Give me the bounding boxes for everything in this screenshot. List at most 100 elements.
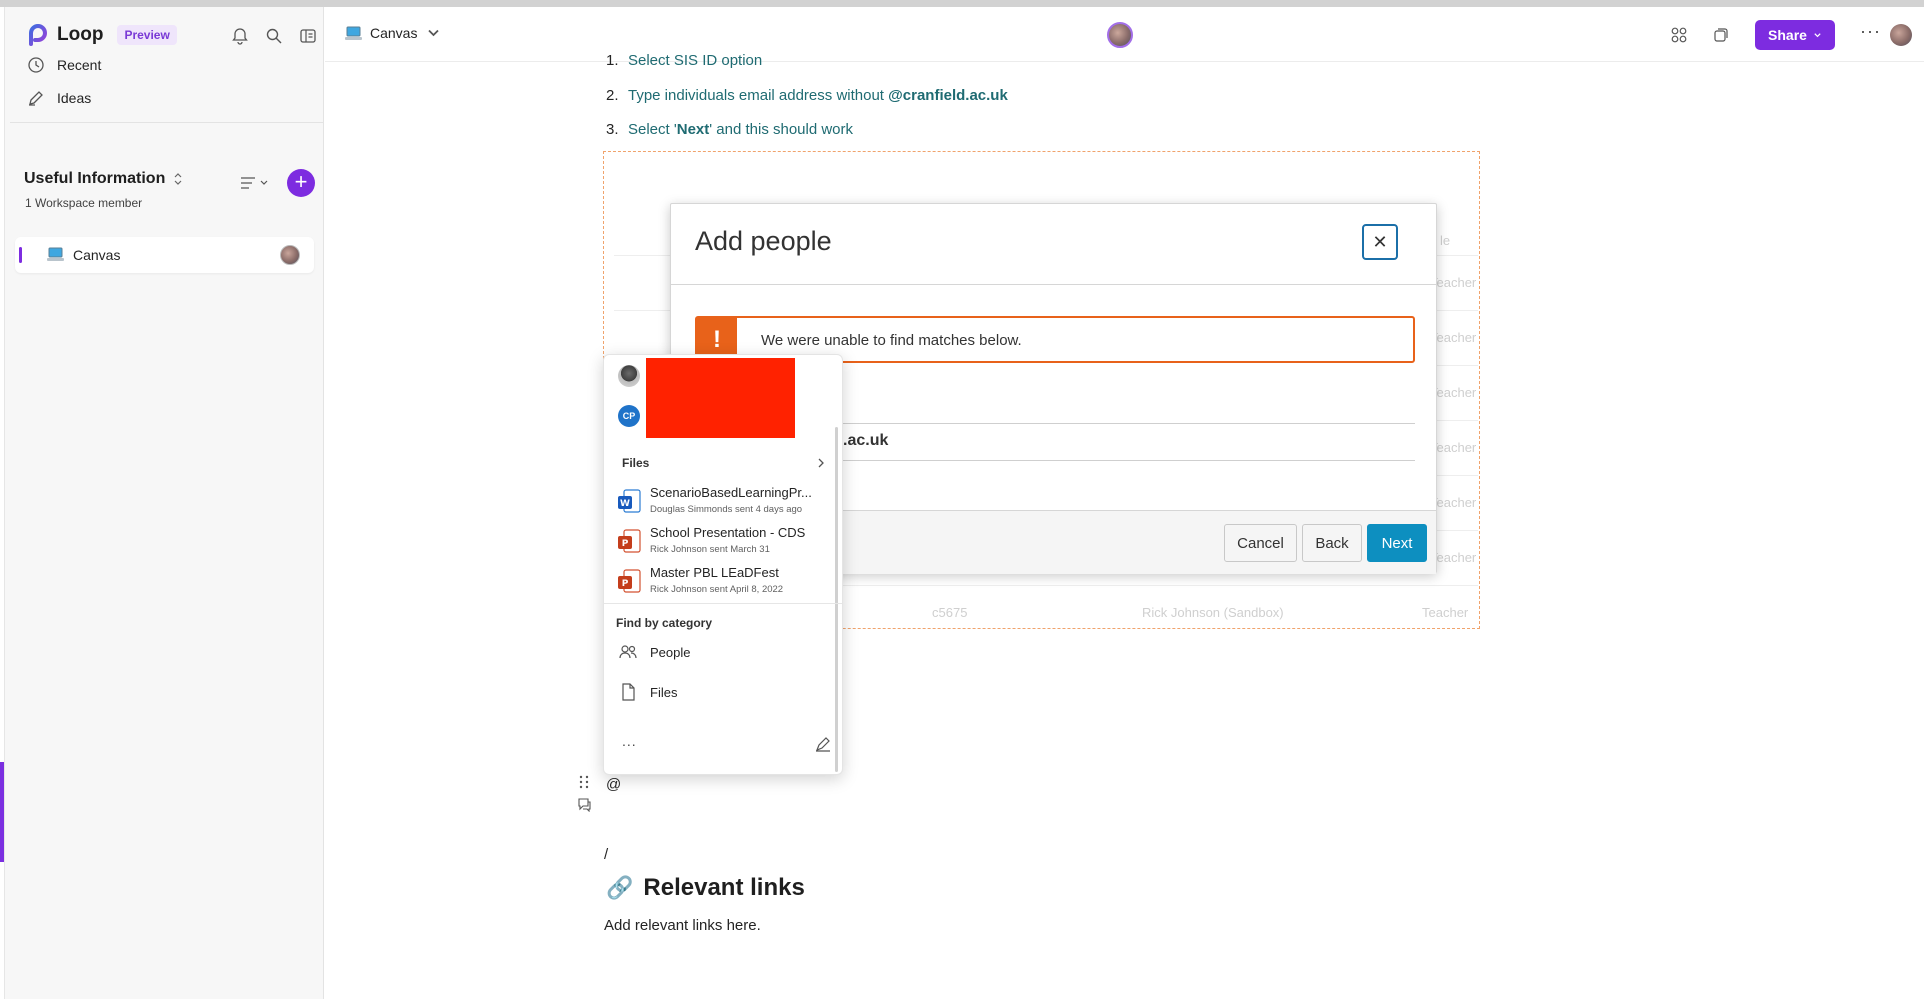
files-heading: Files (622, 456, 650, 470)
apps-icon[interactable] (1670, 26, 1688, 44)
alert-message: We were unable to find matches below. (761, 332, 1022, 349)
breadcrumb[interactable]: Canvas (345, 25, 442, 41)
app-name: Loop (57, 24, 104, 45)
step-text-end: ' and this should work (709, 121, 854, 138)
nav-recent-label: Recent (57, 57, 102, 73)
sidebar-divider (10, 122, 324, 123)
category-label: People (650, 644, 691, 660)
section-heading: 🔗 Relevant links (606, 874, 805, 902)
file-meta: Rick Johnson sent March 31 (650, 544, 770, 555)
sidebar-item-canvas[interactable]: Canvas (15, 237, 314, 273)
file-name: School Presentation - CDS (650, 525, 806, 540)
share-button[interactable]: Share (1755, 20, 1835, 50)
step-number: 2. (606, 87, 619, 104)
popup-divider (604, 603, 842, 604)
redacted-names (646, 358, 795, 438)
step-1: 1. Select SIS ID option (606, 52, 762, 69)
dialog-title: Add people (695, 226, 832, 256)
list-item[interactable]: P Master PBL LEaDFest Rick Johnson sent … (618, 565, 828, 603)
top-bar: Canvas Share ··· (325, 7, 1924, 62)
cancel-button[interactable]: Cancel (1224, 524, 1297, 562)
svg-text:P: P (622, 579, 629, 589)
add-page-button[interactable]: + (287, 169, 315, 197)
mention-trigger[interactable]: @ (606, 776, 621, 793)
next-button[interactable]: Next (1367, 524, 1427, 562)
laptop-emoji-icon (47, 247, 64, 261)
profile-avatar[interactable] (1890, 24, 1912, 46)
svg-text:W: W (620, 499, 630, 509)
paragraph[interactable]: Add relevant links here. (604, 917, 761, 934)
share-label: Share (1768, 27, 1807, 43)
powerpoint-file-icon: P (618, 569, 641, 593)
workspace-title-text: Useful Information (24, 170, 166, 187)
avatar (280, 245, 300, 265)
file-meta: Rick Johnson sent April 8, 2022 (650, 584, 784, 595)
workspace-members: 1 Workspace member (25, 196, 143, 210)
step-bold: @cranfield.ac.uk (888, 87, 1008, 104)
search-icon[interactable] (265, 27, 283, 45)
category-people[interactable]: People (618, 642, 690, 662)
step-number: 3. (606, 121, 619, 138)
close-icon: ✕ (1372, 231, 1388, 252)
dialog-divider (671, 284, 1436, 285)
step-bold: Next (676, 121, 710, 138)
panel-toggle-icon[interactable] (299, 27, 317, 45)
file-name: Master PBL LEaDFest (650, 565, 779, 580)
back-button[interactable]: Back (1302, 524, 1362, 562)
left-edge-accent (0, 762, 4, 862)
list-item[interactable]: P School Presentation - CDS Rick Johnson… (618, 525, 828, 563)
scrollbar[interactable] (835, 427, 838, 772)
nav-ideas-label: Ideas (57, 90, 92, 106)
step-text: Select ' (628, 121, 677, 138)
mention-popup: CP Files W ScenarioBasedLearningPr... Do… (603, 354, 843, 775)
more-options-icon[interactable]: ... (622, 733, 637, 749)
table-cell-name: Rick Johnson (Sandbox) (1142, 605, 1284, 620)
active-indicator (19, 247, 22, 263)
sidebar-icons (231, 27, 317, 45)
file-meta: Douglas Simmonds sent 4 days ago (650, 504, 803, 515)
toolbar-icons (1670, 26, 1730, 44)
copy-component-icon[interactable] (1712, 26, 1730, 44)
bell-icon[interactable] (231, 27, 249, 45)
slash-command[interactable]: / (604, 846, 608, 863)
nav-ideas[interactable]: Ideas (27, 89, 91, 107)
avatar[interactable] (618, 365, 640, 387)
document-icon (622, 683, 635, 701)
step-text: Type individuals email address without (628, 87, 889, 104)
workspace-title[interactable]: Useful Information (24, 170, 183, 188)
comment-icon[interactable] (577, 797, 592, 812)
sort-menu-icon[interactable] (239, 174, 273, 192)
table-cell-id: c5675 (932, 605, 968, 620)
people-icon (619, 645, 637, 659)
step-2: 2. Type individuals email address without… (606, 87, 1008, 104)
list-item[interactable]: W ScenarioBasedLearningPr... Douglas Sim… (618, 485, 828, 523)
powerpoint-file-icon: P (618, 529, 641, 553)
table-header-fragment: le (1440, 233, 1451, 248)
step-3: 3. Select 'Next' and this should work (606, 121, 853, 138)
breadcrumb-label: Canvas (370, 25, 418, 41)
nav-recent[interactable]: Recent (27, 56, 101, 74)
pencil-icon (29, 91, 43, 106)
close-button[interactable]: ✕ (1362, 224, 1398, 260)
chevron-updown-icon (174, 173, 182, 185)
more-options-icon[interactable]: ··· (1860, 21, 1881, 42)
collaborator-avatar[interactable] (1107, 22, 1133, 48)
brand[interactable]: Loop Preview (27, 24, 177, 46)
chevron-right-icon[interactable] (816, 457, 826, 469)
svg-text:P: P (622, 539, 629, 549)
chevron-down-icon (1814, 32, 1821, 37)
preview-badge: Preview (117, 25, 177, 45)
window-top-strip (0, 0, 1924, 7)
step-text: Select SIS ID option (628, 52, 763, 69)
email-field-value[interactable]: .ac.uk (843, 432, 888, 450)
chevron-down-icon (428, 29, 440, 36)
laptop-emoji-icon (345, 26, 362, 40)
category-files[interactable]: Files (618, 682, 677, 702)
pen-icon[interactable] (814, 735, 832, 753)
loop-logo-icon (29, 24, 47, 46)
link-icon: 🔗 (606, 875, 634, 900)
sidebar: Loop Preview Recent Ideas Useful Informa… (5, 7, 324, 999)
avatar-initials[interactable]: CP (618, 405, 640, 427)
drag-handle-icon[interactable] (578, 775, 590, 789)
section-heading-text: Relevant links (643, 874, 805, 901)
